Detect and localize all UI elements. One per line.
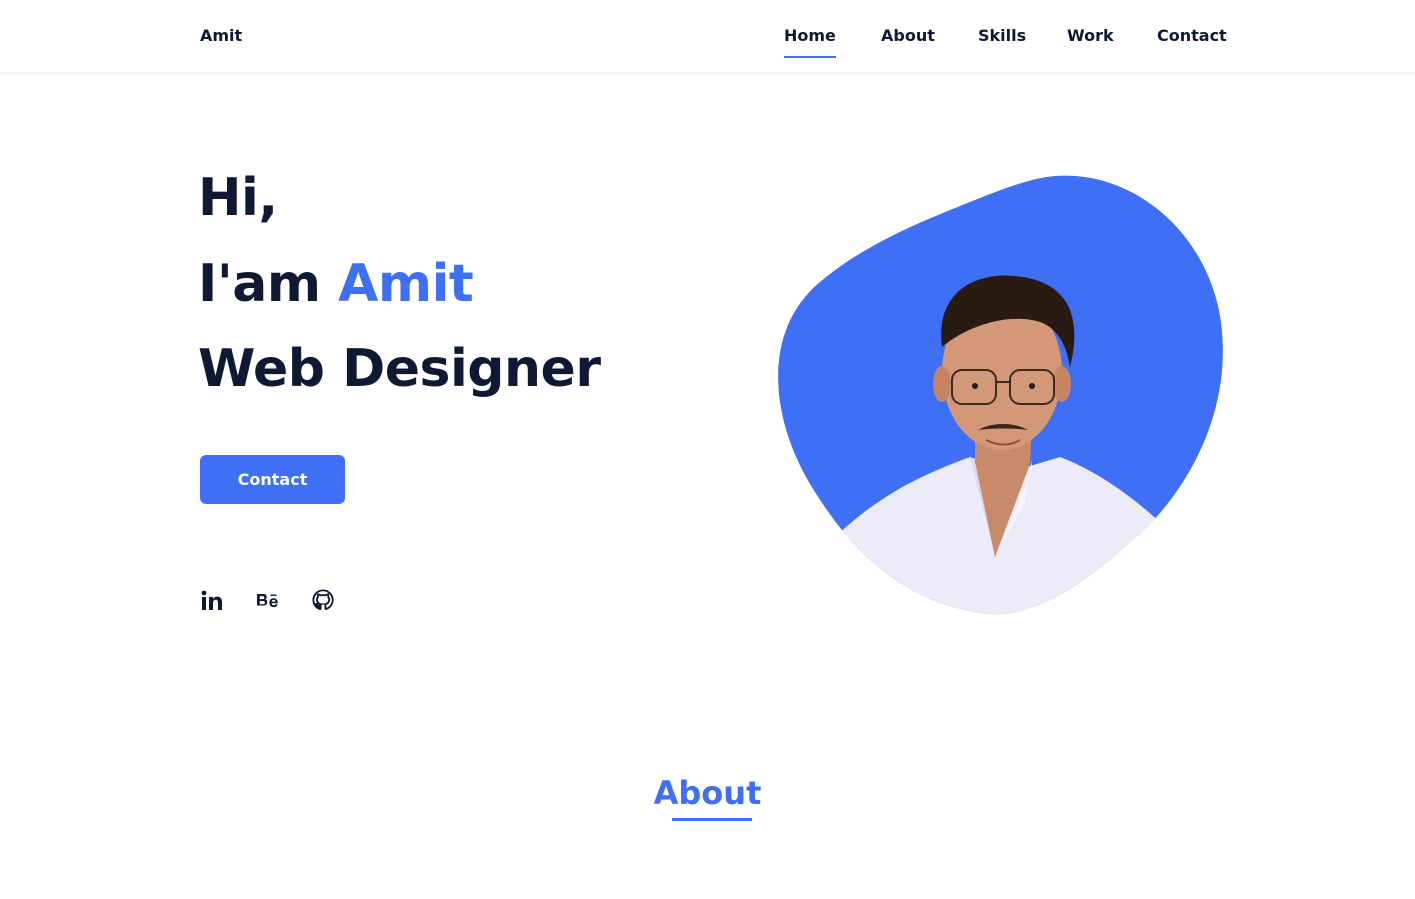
nav-work[interactable]: Work <box>1067 26 1114 45</box>
nav-about[interactable]: About <box>881 26 935 45</box>
linkedin-icon[interactable] <box>200 588 222 612</box>
about-heading: About <box>653 774 762 812</box>
github-icon[interactable] <box>312 588 334 612</box>
hero-intro: I'am Amit <box>198 254 474 314</box>
hero-role: Web Designer <box>198 339 601 399</box>
nav-skills[interactable]: Skills <box>978 26 1026 45</box>
main-nav: Home About Skills Work Contact <box>0 26 1415 66</box>
hero-name: Amit <box>338 254 474 314</box>
behance-icon[interactable] <box>256 588 280 612</box>
nav-contact[interactable]: Contact <box>1157 26 1227 45</box>
about-underline <box>672 818 752 821</box>
profile-image <box>770 172 1230 622</box>
nav-home[interactable]: Home <box>784 26 836 58</box>
contact-button[interactable]: Contact <box>200 455 345 504</box>
site-header: Amit Home About Skills Work Contact <box>0 0 1415 72</box>
hero-intro-prefix: I'am <box>198 254 321 314</box>
hero-greeting: Hi, <box>198 168 278 228</box>
